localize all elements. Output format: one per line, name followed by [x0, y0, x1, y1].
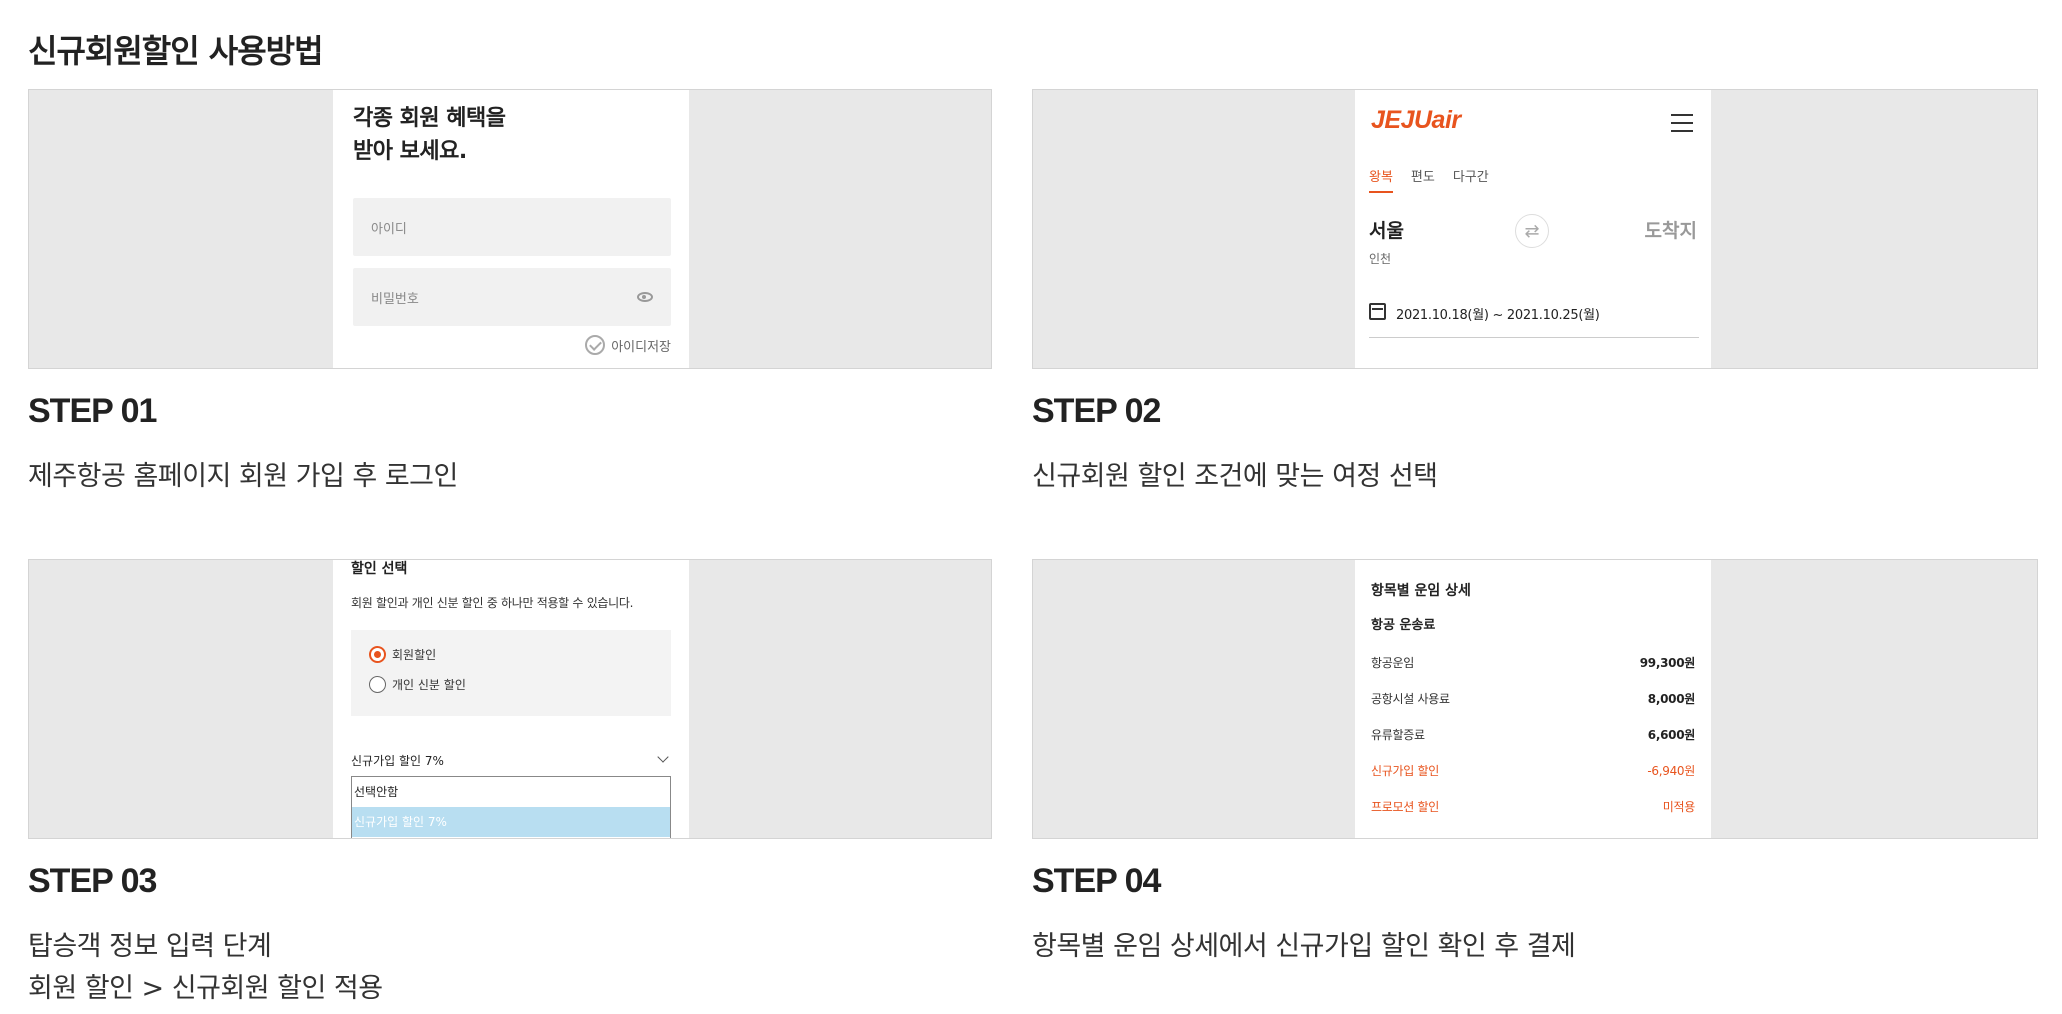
- origin-city[interactable]: 서울: [1369, 216, 1404, 243]
- radio-personal-discount[interactable]: 개인 신분 할인: [369, 676, 466, 693]
- login-heading: 각종 회원 혜택을 받아 보세요.: [353, 106, 506, 164]
- step1-desc: 제주항공 홈페이지 회원 가입 후 로그인: [28, 461, 458, 492]
- date-selector[interactable]: 2021.10.18(월) ~ 2021.10.25(월): [1369, 303, 1699, 338]
- page-title: 신규회원할인 사용방법: [28, 32, 324, 70]
- calendar-icon: [1369, 303, 1386, 320]
- fare-title: 항목별 운임 상세: [1371, 583, 1471, 599]
- save-id-label: 아이디저장: [611, 339, 671, 355]
- fare-row: 항공운임 99,300원: [1371, 656, 1695, 670]
- check-icon: [585, 335, 606, 355]
- id-placeholder: 아이디: [371, 221, 407, 237]
- radio-member-discount[interactable]: 회원할인: [369, 646, 436, 663]
- step2-desc: 신규회원 할인 조건에 맞는 여정 선택: [1032, 461, 1438, 492]
- trip-type-tabs: 왕복 편도 다구간: [1369, 166, 1489, 193]
- jejuair-logo: JEJUair: [1371, 106, 1461, 134]
- fare-row-new-member-discount: 신규가입 할인 -6,940원: [1371, 764, 1695, 778]
- menu-icon[interactable]: [1671, 114, 1693, 132]
- fare-panel: 항목별 운임 상세 항공 운송료 항공운임 99,300원 공항시설 사용료 8…: [1355, 560, 1711, 838]
- step4-title: STEP 04: [1032, 862, 1161, 900]
- step3-desc: 탑승객 정보 입력 단계 회원 할인 > 신규회원 할인 적용: [28, 931, 383, 1004]
- step2-screenshot: JEJUair 왕복 편도 다구간 서울 인천 ⇄ 도착지 2021.10.18…: [1032, 89, 2038, 369]
- eye-icon[interactable]: [637, 292, 653, 302]
- fare-row: 공항시설 사용료 8,000원: [1371, 692, 1695, 706]
- date-range: 2021.10.18(월) ~ 2021.10.25(월): [1396, 308, 1600, 323]
- fare-subtitle: 항공 운송료: [1371, 618, 1436, 633]
- login-panel: 각종 회원 혜택을 받아 보세요. 아이디 비밀번호 아이디저장: [333, 90, 689, 368]
- step2-title: STEP 02: [1032, 392, 1161, 430]
- id-field[interactable]: 아이디: [353, 198, 671, 256]
- step3-screenshot: 할인 선택 회원 할인과 개인 신분 할인 중 하나만 적용할 수 있습니다. …: [28, 559, 992, 839]
- fare-row: 유류할증료 6,600원: [1371, 728, 1695, 742]
- password-placeholder: 비밀번호: [371, 291, 419, 307]
- discount-title: 할인 선택: [351, 561, 408, 577]
- radio-unchecked-icon: [369, 676, 386, 693]
- swap-icon[interactable]: ⇄: [1515, 214, 1549, 248]
- discount-radio-group: 회원할인 개인 신분 할인: [351, 630, 671, 716]
- step3-title: STEP 03: [28, 862, 157, 900]
- discount-description: 회원 할인과 개인 신분 할인 중 하나만 적용할 수 있습니다.: [351, 596, 634, 610]
- origin-airport: 인천: [1369, 252, 1392, 266]
- discount-dropdown: 선택안함 신규가입 할인 7%: [351, 776, 671, 838]
- step1-title: STEP 01: [28, 392, 157, 430]
- dropdown-option-new-member[interactable]: 신규가입 할인 7%: [352, 807, 670, 837]
- tab-multi-city[interactable]: 다구간: [1453, 166, 1489, 193]
- dropdown-option-none[interactable]: 선택안함: [352, 777, 670, 807]
- destination-city[interactable]: 도착지: [1645, 216, 1697, 243]
- save-id-checkbox[interactable]: 아이디저장: [585, 335, 671, 355]
- chevron-down-icon[interactable]: [657, 751, 669, 763]
- radio-checked-icon: [369, 646, 386, 663]
- step1-screenshot: 각종 회원 혜택을 받아 보세요. 아이디 비밀번호 아이디저장: [28, 89, 992, 369]
- discount-select[interactable]: 신규가입 할인 7%: [351, 752, 444, 769]
- discount-panel: 할인 선택 회원 할인과 개인 신분 할인 중 하나만 적용할 수 있습니다. …: [333, 560, 689, 838]
- tab-one-way[interactable]: 편도: [1411, 166, 1435, 193]
- fare-row-promotion-discount: 프로모션 할인 미적용: [1371, 800, 1695, 814]
- tab-round-trip[interactable]: 왕복: [1369, 166, 1393, 193]
- step4-desc: 항목별 운임 상세에서 신규가입 할인 확인 후 결제: [1032, 931, 1576, 962]
- password-field[interactable]: 비밀번호: [353, 268, 671, 326]
- step4-screenshot: 항목별 운임 상세 항공 운송료 항공운임 99,300원 공항시설 사용료 8…: [1032, 559, 2038, 839]
- search-panel: JEJUair 왕복 편도 다구간 서울 인천 ⇄ 도착지 2021.10.18…: [1355, 90, 1711, 368]
